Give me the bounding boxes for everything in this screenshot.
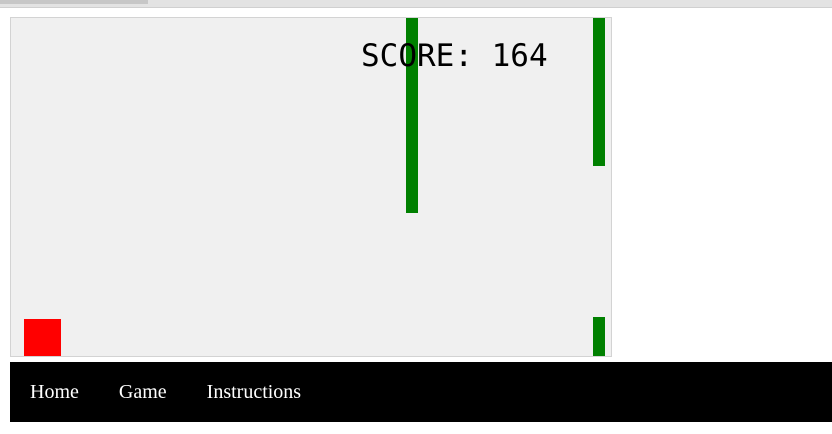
obstacle-bottom-right: [593, 317, 605, 356]
score-display: SCORE: 164: [361, 38, 548, 74]
browser-tab: [0, 0, 148, 4]
navigation-bar: Home Game Instructions: [10, 362, 832, 422]
player-square: [24, 319, 61, 356]
browser-top-strip: [0, 0, 832, 8]
nav-link-home[interactable]: Home: [10, 362, 99, 422]
nav-link-game[interactable]: Game: [99, 362, 187, 422]
game-canvas[interactable]: SCORE: 164: [10, 17, 612, 357]
obstacle-top-right: [593, 18, 605, 166]
nav-link-instructions[interactable]: Instructions: [187, 362, 321, 422]
